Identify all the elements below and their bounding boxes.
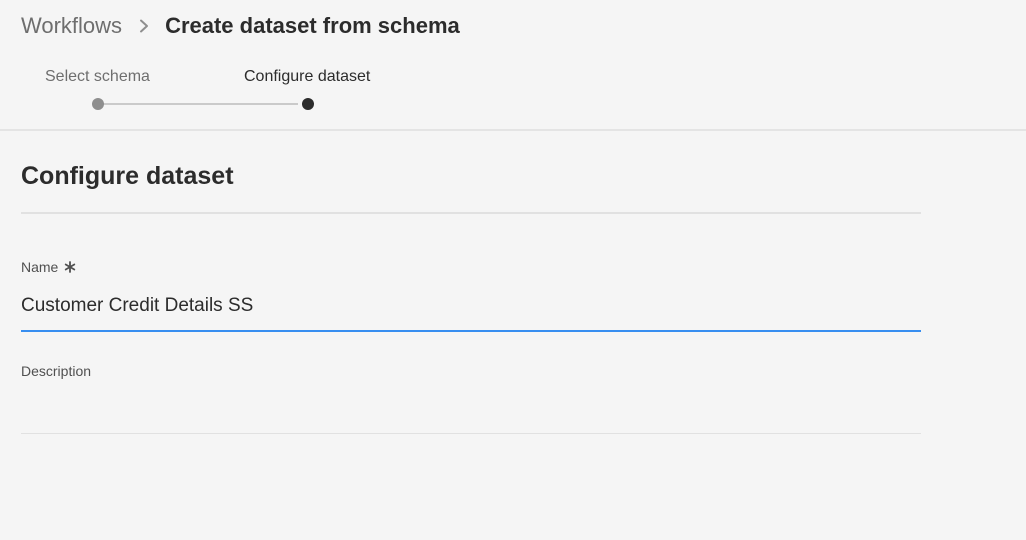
step-select-schema-marker[interactable] [92,98,104,110]
section-title: Configure dataset [21,162,234,190]
breadcrumb-current-page: Create dataset from schema [165,13,460,38]
page-header: Workflows Create dataset from schema Sel… [0,0,1026,131]
step-configure-dataset-label: Configure dataset [244,68,371,85]
breadcrumb: Workflows Create dataset from schema [21,11,460,41]
name-label-text: Name [21,259,59,275]
step-progress-track [98,103,298,105]
chevron-right-icon [135,17,153,35]
step-select-schema-label[interactable]: Select schema [45,68,150,86]
name-input[interactable] [21,290,921,332]
section-divider [21,212,921,214]
name-field-label: Name [21,259,76,275]
asterisk-icon [64,261,76,273]
description-field-label: Description [21,363,92,379]
breadcrumb-workflows-link[interactable]: Workflows [21,13,122,39]
step-configure-dataset-marker [302,98,314,110]
description-input[interactable] [21,390,921,434]
